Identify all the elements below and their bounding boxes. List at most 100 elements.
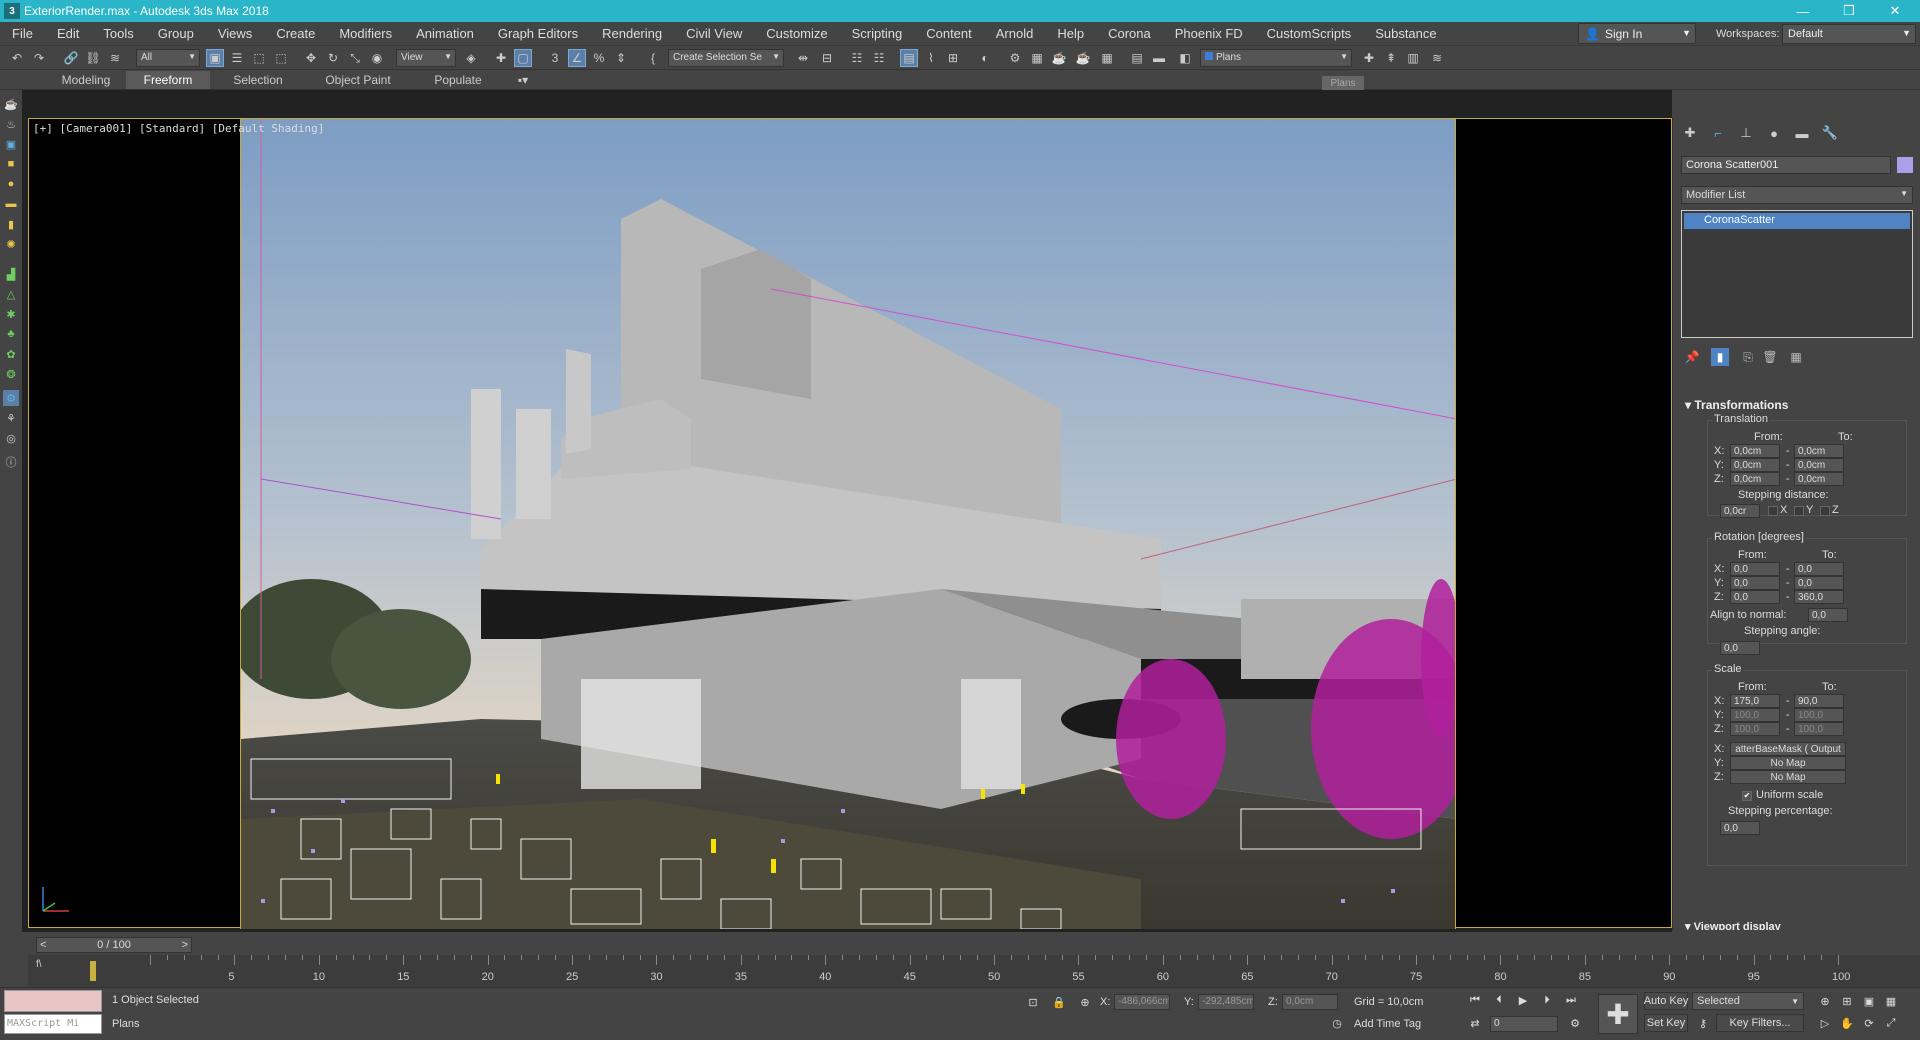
render-activeshade-icon[interactable]: ▦ [1098, 49, 1116, 67]
close-button[interactable]: ✕ [1872, 0, 1918, 22]
create-layer-icon[interactable]: ✚ [1360, 49, 1378, 67]
menu-tools[interactable]: Tools [91, 26, 145, 41]
maxscript-listener[interactable] [4, 990, 102, 1012]
light-icon[interactable]: ✺ [3, 236, 19, 252]
translation-z-from[interactable]: 0,0cm [1730, 472, 1780, 486]
redo-icon[interactable]: ↷ [30, 49, 48, 67]
menu-create[interactable]: Create [264, 26, 327, 41]
stepping-percentage-spinner[interactable]: 0,0 [1720, 821, 1760, 835]
plane-icon[interactable]: ▬ [3, 196, 19, 212]
tab-populate[interactable]: Populate [416, 71, 500, 89]
rotation-z-from[interactable]: 0,0 [1730, 590, 1780, 604]
camera-icon[interactable]: ▣ [3, 136, 19, 152]
previous-frame-icon[interactable]: ⏴ [1490, 991, 1508, 1009]
menu-arnold[interactable]: Arnold [984, 26, 1046, 41]
scale-map-z-button[interactable]: No Map [1730, 770, 1846, 784]
modifier-stack[interactable]: CoronaScatter [1681, 210, 1913, 338]
pivot-center-icon[interactable]: ◈ [462, 49, 480, 67]
rotation-x-to[interactable]: 0,0 [1794, 562, 1844, 576]
menu-customize[interactable]: Customize [754, 26, 839, 41]
stepping-angle-spinner[interactable]: 0,0 [1720, 641, 1760, 655]
translation-z-to[interactable]: 0,0cm [1794, 472, 1844, 486]
unlink-icon[interactable]: ⛓ [84, 49, 102, 67]
y-coord-field[interactable]: -292,485cm [1198, 994, 1254, 1010]
menu-group[interactable]: Group [146, 26, 206, 41]
menu-scripting[interactable]: Scripting [840, 26, 915, 41]
systems-icon[interactable]: ⚘ [3, 410, 19, 426]
orbit-icon[interactable]: ⟳ [1860, 1014, 1878, 1032]
named-selection-set-select[interactable]: Create Selection Se ▼ [668, 49, 784, 67]
rotation-x-from[interactable]: 0,0 [1730, 562, 1780, 576]
camera-target-icon[interactable]: ◎ [3, 430, 19, 446]
camera-viewport[interactable]: [+] [Camera001] [Standard] [Default Shad… [28, 118, 1672, 929]
box-icon[interactable]: ■ [3, 156, 19, 172]
menu-substance[interactable]: Substance [1363, 26, 1448, 41]
select-layer-objects-icon[interactable]: ▥ [1404, 49, 1422, 67]
translation-x-from[interactable]: 0,0cm [1730, 444, 1780, 458]
foliage-icon[interactable]: ✱ [3, 306, 19, 322]
z-coord-field[interactable]: 0,0cm [1282, 994, 1338, 1010]
menu-help[interactable]: Help [1045, 26, 1096, 41]
edit-named-selection-icon[interactable]: { [644, 49, 662, 67]
stepping-x-checkbox[interactable] [1768, 506, 1778, 516]
menu-content[interactable]: Content [914, 26, 984, 41]
scale-y-from[interactable]: 100,0 [1730, 708, 1780, 722]
viewport-display-rollout[interactable]: ▾ Viewport display [1685, 920, 1781, 930]
scale-map-x-button[interactable]: atterBaseMask ( Output [1730, 742, 1846, 756]
play-icon[interactable]: ▶ [1514, 991, 1532, 1009]
hierarchy-tab-icon[interactable]: ⊥ [1735, 122, 1757, 144]
show-end-result-icon[interactable]: ▮ [1711, 348, 1729, 366]
menu-views[interactable]: Views [206, 26, 264, 41]
layer-stack-icon[interactable]: ≋ [1428, 49, 1446, 67]
selection-lock-icon[interactable]: 🔒 [1050, 993, 1068, 1011]
selection-filter-select[interactable]: All ▼ [136, 49, 200, 67]
scale-x-from[interactable]: 175,0 [1730, 694, 1780, 708]
isolate-selection-icon[interactable]: ⊡ [1024, 993, 1042, 1011]
key-filters-icon[interactable]: ⚷ [1694, 1014, 1712, 1032]
window-crossing-icon[interactable]: ⬚ [272, 49, 290, 67]
restore-button[interactable]: ❐ [1826, 0, 1872, 22]
chevron-right-icon[interactable]: > [182, 938, 188, 952]
add-time-tag-label[interactable]: Add Time Tag [1354, 1018, 1421, 1030]
select-object-icon[interactable]: ▣ [206, 49, 224, 67]
link-icon[interactable]: 🔗 [62, 49, 80, 67]
menu-rendering[interactable]: Rendering [590, 26, 674, 41]
menu-corona[interactable]: Corona [1096, 26, 1163, 41]
select-manipulate-icon[interactable]: ✚ [492, 49, 510, 67]
rendered-scene[interactable] [240, 119, 1456, 929]
select-by-name-icon[interactable]: ☰ [228, 49, 246, 67]
schematic-view-icon[interactable]: ⊞ [944, 49, 962, 67]
menu-modifiers[interactable]: Modifiers [327, 26, 404, 41]
lamp-icon[interactable]: ♨ [3, 116, 19, 132]
time-slider-thumb[interactable]: < 0 / 100 > [36, 937, 192, 953]
material-editor-icon[interactable]: ◐ [976, 49, 994, 67]
rotation-y-from[interactable]: 0,0 [1730, 576, 1780, 590]
remove-modifier-icon[interactable]: 🗑 [1761, 348, 1779, 366]
render-production-icon[interactable]: ☕ [1050, 49, 1068, 67]
absolute-mode-icon[interactable]: ⊕ [1076, 993, 1094, 1011]
display-tab-icon[interactable]: ▬ [1791, 122, 1813, 144]
pan-icon[interactable]: ✋ [1838, 1014, 1856, 1032]
menu-phoenix-fd[interactable]: Phoenix FD [1163, 26, 1255, 41]
translation-y-to[interactable]: 0,0cm [1794, 458, 1844, 472]
rendered-frame-window-icon[interactable]: ▦ [1028, 49, 1046, 67]
tab-object-paint[interactable]: Object Paint [308, 71, 408, 89]
key-mode-select[interactable]: Selected ▼ [1692, 992, 1804, 1010]
modifier-stack-item[interactable]: CoronaScatter [1684, 213, 1910, 229]
track-bar[interactable]: f\ 5 10 15 20 25 30 35 40 45 50 55 60 65 70 75 80 85 90 95… [28, 955, 1920, 987]
current-frame-field[interactable]: 0 [1490, 1016, 1558, 1032]
bind-space-warp-icon[interactable]: ≋ [106, 49, 124, 67]
rotation-y-to[interactable]: 0,0 [1794, 576, 1844, 590]
menu-file[interactable]: File [0, 26, 45, 41]
translation-y-from[interactable]: 0,0cm [1730, 458, 1780, 472]
stairs-icon[interactable]: ▟ [3, 266, 19, 282]
menu-animation[interactable]: Animation [404, 26, 486, 41]
modifier-list-dropdown[interactable]: Modifier List ▼ [1681, 186, 1913, 204]
menu-civil-view[interactable]: Civil View [674, 26, 754, 41]
current-frame-marker[interactable] [90, 961, 96, 981]
tab-selection[interactable]: Selection [216, 71, 300, 89]
angle-snap-icon[interactable]: ∠ [568, 49, 586, 67]
toggle-layer-explorer-icon[interactable]: ☷ [870, 49, 888, 67]
shape-icon[interactable]: △ [3, 286, 19, 302]
ribbon-options-icon[interactable]: ▪▾ [508, 71, 538, 89]
